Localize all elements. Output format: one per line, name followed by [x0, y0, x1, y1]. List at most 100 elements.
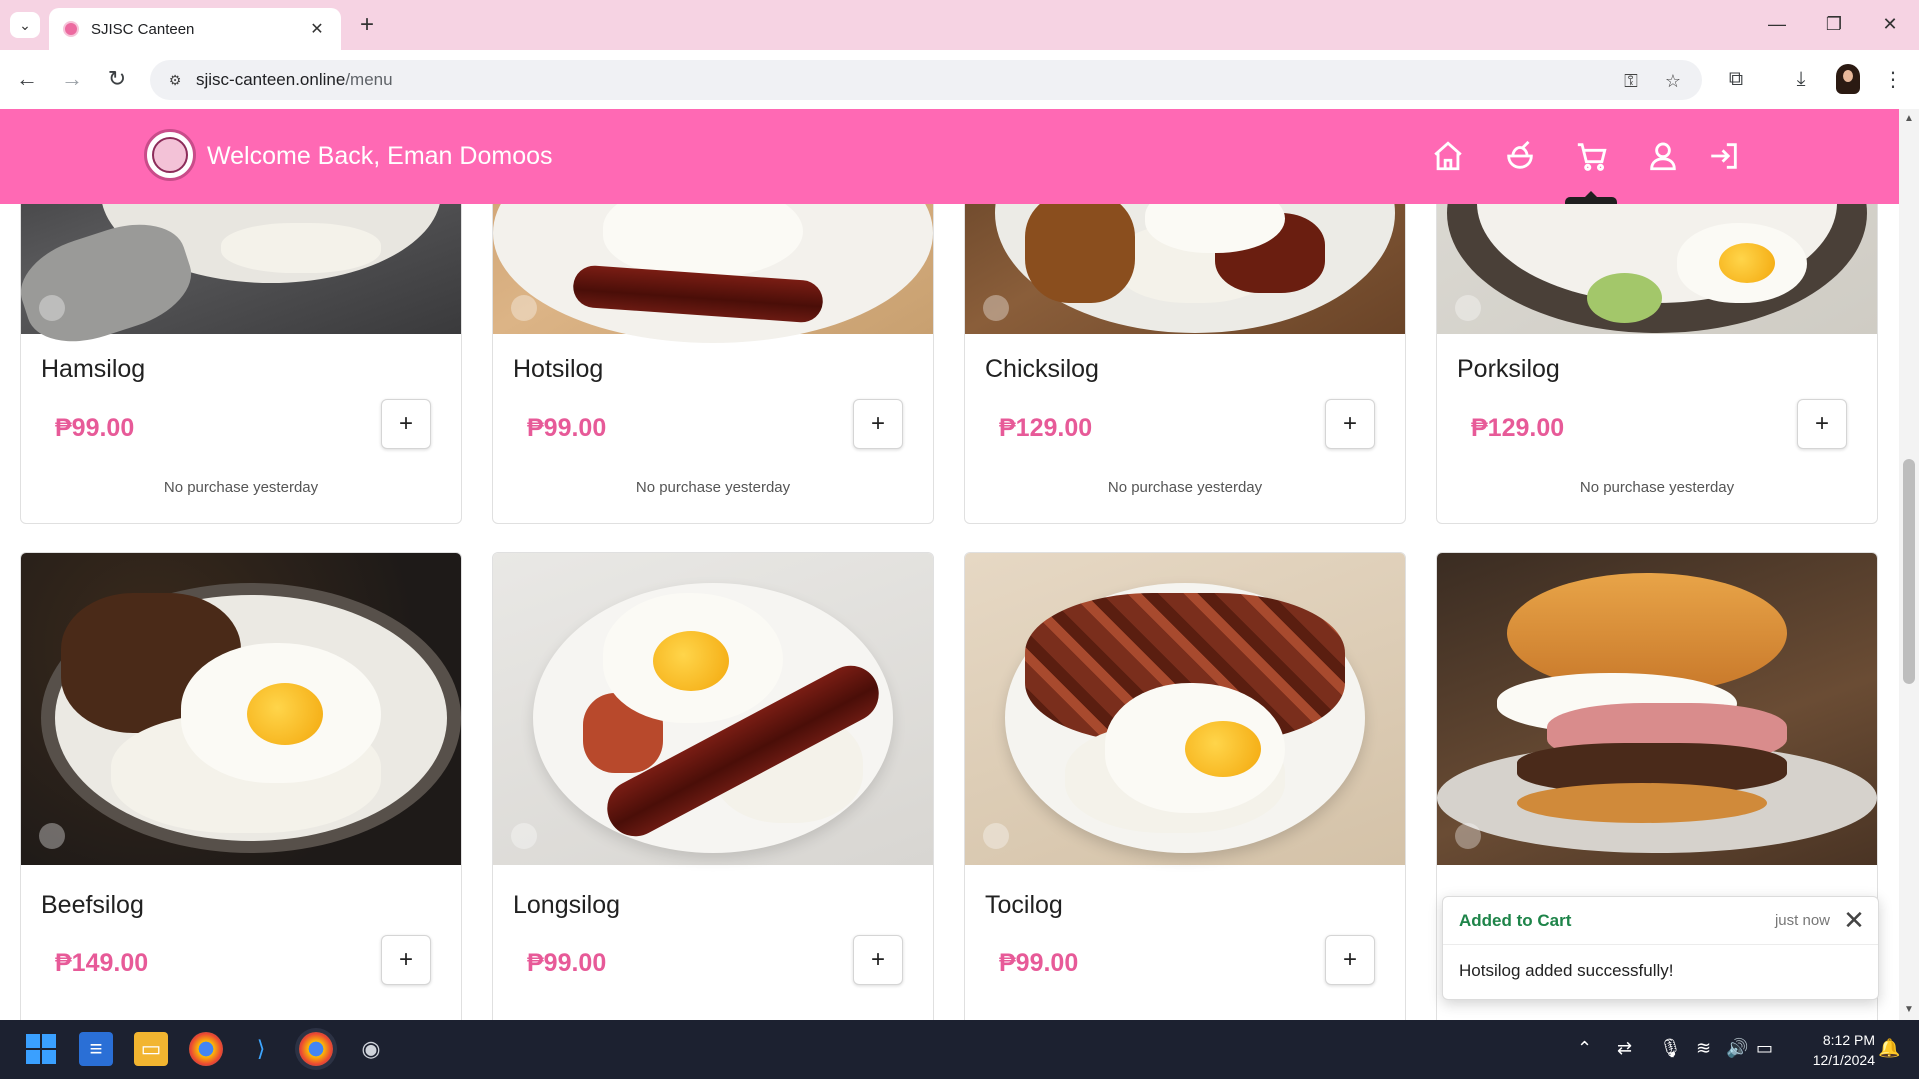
image-badge-icon [511, 295, 537, 321]
restore-icon[interactable]: ❐ [1812, 8, 1856, 40]
download-icon[interactable]: ⤓ [1787, 65, 1815, 93]
food-image [965, 553, 1405, 865]
add-to-cart-button[interactable]: + [853, 935, 903, 985]
profile-avatar-icon[interactable] [1836, 64, 1860, 94]
food-icon[interactable] [1500, 136, 1540, 176]
item-name: Hamsilog [41, 355, 146, 383]
canteen-logo[interactable] [144, 129, 196, 181]
reload-icon[interactable]: ↻ [102, 64, 132, 94]
image-badge-icon [983, 823, 1009, 849]
add-to-cart-button[interactable]: + [1797, 399, 1847, 449]
minimize-icon[interactable]: — [1755, 8, 1799, 40]
food-image [1437, 204, 1877, 334]
new-tab-icon[interactable]: + [352, 10, 382, 40]
food-image [493, 204, 933, 343]
file-explorer-icon[interactable]: ▭ [134, 1032, 168, 1066]
browser-tab[interactable]: SJISC Canteen ✕ [49, 8, 341, 50]
obs-icon[interactable]: ◉ [354, 1032, 388, 1066]
forward-icon[interactable]: → [57, 64, 87, 94]
item-price: ₱129.00 [999, 414, 1093, 442]
menu-card-tocilog: Tocilog ₱99.00 + [964, 552, 1406, 1020]
browser-toolbar: ← → ↻ ⚙ sjisc-canteen.online/menu ⚿ ☆ ⧉ … [0, 50, 1919, 109]
image-badge-icon [983, 295, 1009, 321]
back-icon[interactable]: ← [12, 64, 42, 94]
notification-bell-icon[interactable]: 🔔 [1878, 1038, 1900, 1059]
toast-message: Hotsilog added successfully! [1459, 961, 1674, 980]
purchase-note: No purchase yesterday [635, 479, 791, 496]
image-badge-icon [39, 295, 65, 321]
item-price: ₱129.00 [1471, 414, 1565, 442]
food-image [965, 204, 1405, 334]
food-image [21, 553, 461, 865]
system-clock[interactable]: 8:12 PM 12/1/2024 [1795, 1030, 1875, 1070]
added-to-cart-toast: Added to Cart just now ✕ Hotsilog added … [1442, 896, 1879, 1000]
welcome-message: Welcome Back, Eman Domoos [207, 142, 553, 170]
address-bar[interactable]: ⚙ sjisc-canteen.online/menu ⚿ ☆ [150, 60, 1702, 100]
windows-start-icon[interactable] [26, 1034, 56, 1064]
tab-search-chevron-icon[interactable]: ⌄ [10, 12, 40, 38]
url-path: /menu [345, 70, 393, 89]
food-image [1437, 553, 1877, 865]
purchase-note: No purchase yesterday [163, 479, 319, 496]
purchase-note: No purchase yesterday [1107, 479, 1263, 496]
site-header: Welcome Back, Eman Domoos [0, 109, 1899, 204]
item-price: ₱99.00 [527, 414, 607, 442]
cart-icon[interactable] [1572, 136, 1612, 176]
toast-time: just now [1774, 912, 1830, 929]
menu-card-chicksilog: Chicksilog ₱129.00 + No purchase yesterd… [964, 204, 1406, 524]
add-to-cart-button[interactable]: + [853, 399, 903, 449]
clock-date: 12/1/2024 [1812, 1052, 1875, 1068]
scroll-thumb[interactable] [1903, 459, 1915, 684]
add-to-cart-button[interactable]: + [381, 935, 431, 985]
password-key-icon[interactable]: ⚿ [1620, 70, 1642, 92]
menu-card-hamsilog: Hamsilog ₱99.00 + No purchase yesterday [20, 204, 462, 524]
item-name: Tocilog [985, 891, 1063, 919]
browser-tab-bar: ⌄ SJISC Canteen ✕ + — ❐ ✕ [0, 0, 1919, 50]
volume-icon[interactable]: 🔊 [1726, 1038, 1748, 1059]
item-name: Porksilog [1457, 355, 1560, 383]
image-badge-icon [511, 823, 537, 849]
add-to-cart-button[interactable]: + [1325, 399, 1375, 449]
toast-close-icon[interactable]: ✕ [1840, 905, 1868, 935]
item-price: ₱99.00 [527, 949, 607, 977]
item-price: ₱99.00 [55, 414, 135, 442]
add-to-cart-button[interactable]: + [381, 399, 431, 449]
image-badge-icon [39, 823, 65, 849]
menu-card-longsilog: Longsilog ₱99.00 + [492, 552, 934, 1020]
vscode-icon[interactable]: ⟩ [244, 1032, 278, 1066]
scroll-down-icon[interactable]: ▼ [1904, 1004, 1914, 1015]
site-info-icon[interactable]: ⚙ [164, 69, 186, 91]
item-price: ₱149.00 [55, 949, 149, 977]
tray-chevron-icon[interactable]: ⌃ [1577, 1038, 1592, 1059]
purchase-note: No purchase yesterday [1579, 479, 1735, 496]
clock-time: 8:12 PM [1822, 1032, 1875, 1048]
url-host: sjisc-canteen.online [196, 70, 346, 89]
bookmark-star-icon[interactable]: ☆ [1662, 70, 1684, 92]
item-name: Beefsilog [41, 891, 144, 919]
browser-menu-icon[interactable]: ⋮ [1879, 65, 1907, 93]
scroll-up-icon[interactable]: ▲ [1904, 113, 1914, 124]
battery-icon[interactable]: ▭ [1756, 1038, 1773, 1059]
microphone-icon[interactable]: 🎙 [1659, 1038, 1682, 1059]
window-close-icon[interactable]: ✕ [1868, 8, 1912, 40]
food-image [493, 553, 933, 865]
menu-card-hotsilog: Hotsilog ₱99.00 + No purchase yesterday [492, 204, 934, 524]
item-price: ₱99.00 [999, 949, 1079, 977]
user-icon[interactable] [1643, 136, 1683, 176]
menu-card-beefsilog: Beefsilog ₱149.00 + [20, 552, 462, 1020]
wifi-icon[interactable]: ≋ [1696, 1038, 1711, 1059]
chrome-active-icon[interactable] [299, 1032, 333, 1066]
tab-close-icon[interactable]: ✕ [307, 19, 327, 39]
notepad-icon[interactable]: ≡ [79, 1032, 113, 1066]
home-icon[interactable] [1428, 136, 1468, 176]
toast-title: Added to Cart [1459, 911, 1572, 930]
food-image [21, 204, 461, 357]
tray-sync-icon[interactable]: ⇄ [1617, 1038, 1632, 1059]
image-badge-icon [1455, 823, 1481, 849]
add-to-cart-button[interactable]: + [1325, 935, 1375, 985]
chrome-icon[interactable] [189, 1032, 223, 1066]
toast-header: Added to Cart just now ✕ [1443, 897, 1878, 945]
page-scrollbar[interactable]: ▲ ▼ [1899, 109, 1919, 1020]
logout-icon[interactable] [1704, 136, 1744, 176]
extensions-icon[interactable]: ⧉ [1722, 65, 1750, 93]
